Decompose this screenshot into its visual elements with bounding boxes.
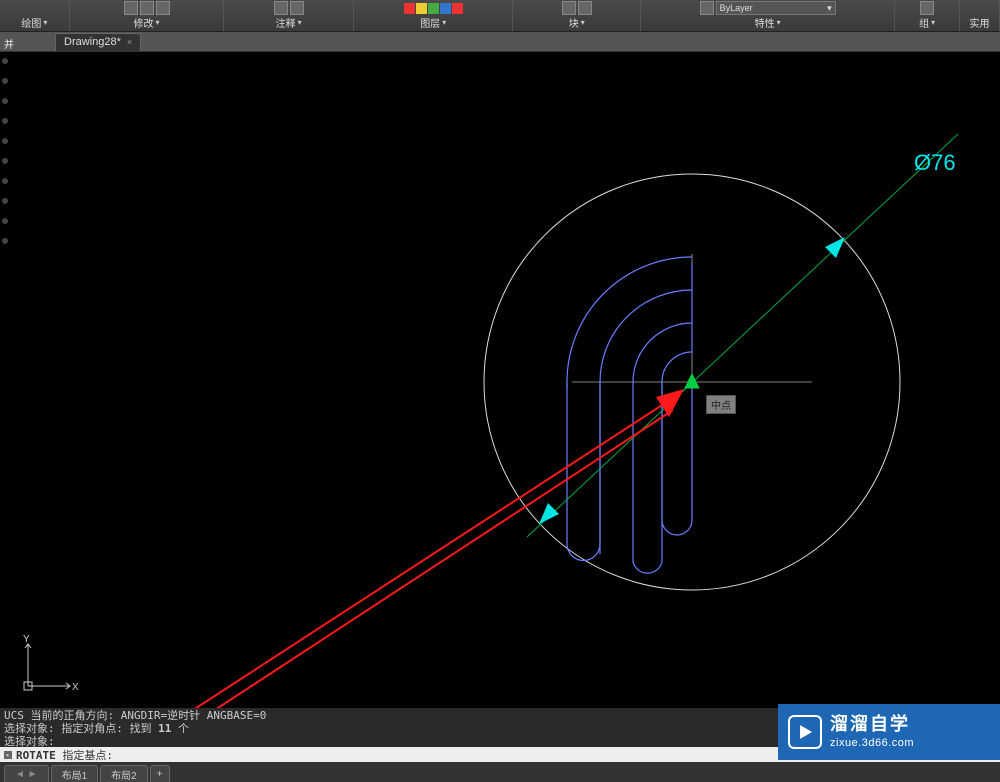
ribbon-label-blocks: 块 [569,15,579,30]
left-toolbar[interactable] [0,52,10,708]
ribbon-label-group: 组 [919,15,929,30]
command-caret-icon: ▸ [4,751,12,759]
chevron-down-icon: ▾ [43,18,47,27]
ribbon-label-annot: 注释 [276,15,296,30]
play-icon [788,715,822,749]
layout-scroll-hint[interactable]: ◄ ► [4,765,49,782]
document-tabs: Drawing28* × [0,32,1000,52]
chevron-down-icon: ▾ [931,18,935,27]
close-icon[interactable]: × [127,37,132,47]
chevron-down-icon: ▾ [156,18,160,27]
partial-tab-left: 并 [4,34,14,52]
watermark-url: zixue.3d66.com [830,737,914,749]
command-active-cmd: ROTATE [16,749,56,762]
layout-tab-add[interactable]: + [150,765,170,782]
doc-tab-active[interactable]: Drawing28* × [55,33,141,51]
annotation-arrow [67,389,684,708]
ribbon-panel-layers[interactable]: 图层▾ [354,0,514,31]
dimension-text: Ø76 [914,150,956,175]
ribbon-label-util: 实用 [970,15,990,30]
ribbon-label-props: 特性 [755,15,775,30]
chevron-down-icon: ▾ [581,18,585,27]
command-prompt: 指定基点: [62,747,113,763]
ucs-icon: X Y [20,634,80,694]
ribbon-panel-util[interactable]: 实用 [960,0,1000,31]
props-dropdown-value: ByLayer [720,3,753,13]
ribbon-panel-blocks[interactable]: 块▾ [513,0,641,31]
blue-geometry [567,257,692,573]
ribbon-panel-props[interactable]: ByLayer▾ 特性▾ [641,0,895,31]
chevron-down-icon: ▾ [442,18,446,27]
ribbon-bar: 绘图▾ 修改▾ 注释▾ 图层▾ 块▾ ByLayer▾ 特性▾ 组▾ 实用 [0,0,1000,32]
ribbon-icons-props: ByLayer ▾ [700,1,836,15]
dimension-diameter: Ø76 [527,134,958,537]
snap-marker-midpoint [685,374,699,388]
layer-swatches [404,3,463,14]
ribbon-icons-annot [274,1,304,15]
snap-tooltip: 中点 [706,395,736,414]
ribbon-panel-annot[interactable]: 注释▾ [224,0,354,31]
layout-tab-2[interactable]: 布局2 [100,765,148,782]
ribbon-label-modify: 修改 [134,15,154,30]
watermark-title: 溜溜自学 [830,715,914,735]
ribbon-icons-blocks [562,1,592,15]
ribbon-panel-group[interactable]: 组▾ [895,0,960,31]
chevron-down-icon: ▾ [827,3,832,14]
ribbon-panel-modify[interactable]: 修改▾ [70,0,225,31]
chevron-down-icon: ▾ [777,18,781,27]
doc-tab-label: Drawing28* [64,36,121,48]
ribbon-label-draw: 绘图 [21,15,41,30]
ribbon-panel-draw[interactable]: 绘图▾ [0,0,70,31]
svg-text:Y: Y [23,634,30,645]
watermark-badge: 溜溜自学 zixue.3d66.com [778,704,1000,760]
svg-text:X: X [72,682,79,693]
chevron-down-icon: ▾ [298,18,302,27]
drawing-canvas[interactable]: Ø76 中点 [12,52,1000,708]
layout-tab-1[interactable]: 布局1 [51,765,99,782]
ribbon-icons-group [920,1,934,15]
layout-tabs: ◄ ► 布局1 布局2 + [0,762,1000,782]
cad-drawing[interactable]: Ø76 [12,52,1000,708]
ribbon-icons-modify [124,1,170,15]
ribbon-label-layers: 图层 [420,15,440,30]
props-dropdown[interactable]: ByLayer ▾ [716,1,836,15]
